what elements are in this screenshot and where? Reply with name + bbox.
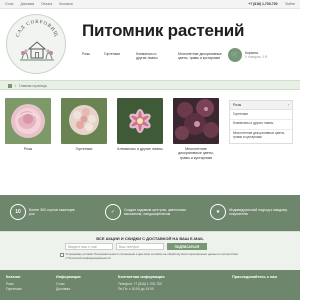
footer-col-title: Контактная информация [118, 275, 165, 279]
category-label-hydrangeas[interactable]: Гортензии [61, 147, 107, 151]
top-right: +7 (816) 1-700-700 Войти [248, 2, 295, 6]
feature-text: Создан садовым центром, цветочным магази… [124, 207, 186, 216]
nav-item-roses[interactable]: Розы [82, 52, 92, 56]
breadcrumb: / Главная страница [8, 84, 47, 88]
footer: Каталог Розы Гортензии Информация О нас … [0, 270, 300, 300]
site-title: Питомник растений [82, 21, 245, 40]
breadcrumb-separator: / [15, 84, 16, 88]
footer-col-title: Каталог [6, 275, 21, 279]
sidebar-item-roses[interactable]: Розы › [230, 101, 292, 110]
feature-text: Более 300 сортов саженцев роз [29, 207, 75, 216]
feature-approach: ★ Индивидуальный подход к каждому покупа… [210, 204, 295, 220]
nav-item-clematis[interactable]: Клематисы и другие лианы [136, 52, 166, 60]
subscribe-title: ВСЕ АКЦИИ И СКИДКИ С ДОСТАВКОЙ НА ВАШ E-… [96, 236, 204, 241]
category-image-clematis[interactable] [117, 98, 163, 144]
footer-link[interactable]: Доставка [56, 287, 81, 292]
breadcrumb-current: Главная страница [18, 84, 47, 88]
nav-item-perennials[interactable]: Многолетние декоративные цветы, травы и … [178, 52, 226, 60]
category-card-perennials[interactable]: Многолетние декоративные цветы, травы и … [173, 98, 219, 160]
phone-number[interactable]: +7 (816) 1-700-700 [248, 2, 277, 6]
logo-emblem-icon: САД СОКРОВИЩ [16, 20, 59, 61]
login-link[interactable]: Войти [286, 2, 296, 6]
sidebar-item-label: Розы [233, 103, 242, 107]
svg-text:САД СОКРОВИЩ: САД СОКРОВИЩ [16, 20, 59, 38]
cart-icon[interactable]: 🛒 [228, 48, 242, 62]
subscribe-form: Введите ваш e-mail Ваш телефон ПОДПИСАТЬ… [65, 243, 207, 250]
award-icon: ★ [210, 204, 226, 220]
footer-col-catalog: Каталог Розы Гортензии [6, 275, 21, 292]
footer-col-title: Информация [56, 275, 81, 279]
email-field[interactable]: Введите ваш e-mail [65, 243, 113, 250]
consent-row: Я принимаю условия Пользовательского сог… [60, 252, 240, 260]
footer-link[interactable]: Гортензии [6, 287, 21, 292]
category-image-hydrangeas[interactable] [61, 98, 107, 144]
feature-text: Индивидуальный подход к каждому покупате… [229, 207, 288, 216]
category-card-clematis[interactable]: Клематисы и другие лианы [117, 98, 163, 151]
category-card-hydrangeas[interactable]: Гортензии [61, 98, 107, 151]
sidebar-item-perennials[interactable]: Многолетние декоративные цветы, травы и … [230, 130, 292, 143]
top-link-payment[interactable]: Оплата [41, 2, 52, 6]
footer-col-info: Информация О нас Доставка [56, 275, 81, 292]
footer-col-contacts: Контактная информация Телефон: +7 (816) … [118, 275, 165, 292]
footer-col-social: Присоединяйтесь к нам [232, 275, 277, 282]
home-icon[interactable] [8, 84, 12, 88]
phone-field[interactable]: Ваш телефон [116, 243, 164, 250]
sidebar-item-clematis[interactable]: Клематисы и другие лианы [230, 120, 292, 130]
certificate-icon: ✓ [105, 204, 121, 220]
top-link-contacts[interactable]: Контакты [59, 2, 73, 6]
category-image-perennials[interactable] [173, 98, 219, 144]
years-badge-icon: 10 [10, 204, 26, 220]
feature-founder: ✓ Создан садовым центром, цветочным мага… [105, 204, 200, 220]
feature-varieties: 10 Более 300 сортов саженцев роз [10, 204, 80, 220]
main-nav: Розы Гортензии Клематисы и другие лианы … [82, 52, 226, 60]
top-link-about[interactable]: О нас [5, 2, 14, 6]
subscribe-button[interactable]: ПОДПИСАТЬСЯ [167, 243, 207, 250]
cart-widget[interactable]: 🛒 Корзина 0 товаров, 0 ₽ [228, 48, 267, 62]
cart-text: Корзина 0 товаров, 0 ₽ [245, 51, 267, 60]
footer-col-title: Присоединяйтесь к нам [232, 275, 278, 279]
catalog-sidebar: Розы › Гортензии Клематисы и другие лиан… [229, 100, 293, 144]
category-label-clematis[interactable]: Клематисы и другие лианы [117, 147, 163, 151]
top-bar: О нас Доставка Оплата Контакты +7 (816) … [0, 0, 300, 9]
footer-contact: Пн-Пт: с 10:00 до 19:00 [118, 287, 154, 291]
top-links: О нас Доставка Оплата Контакты [5, 2, 73, 6]
sidebar-item-hydrangeas[interactable]: Гортензии [230, 110, 292, 120]
category-image-roses[interactable] [5, 98, 51, 144]
nav-item-hydrangeas[interactable]: Гортензии [104, 52, 124, 56]
chevron-right-icon: › [287, 103, 289, 107]
consent-checkbox[interactable] [60, 253, 64, 257]
site-logo[interactable]: САД СОКРОВИЩ [6, 14, 66, 74]
category-card-roses[interactable]: Розы [5, 98, 51, 151]
subscribe-section: ВСЕ АКЦИИ И СКИДКИ С ДОСТАВКОЙ НА ВАШ E-… [0, 231, 300, 270]
top-link-delivery[interactable]: Доставка [21, 2, 35, 6]
consent-text: Я принимаю условия Пользовательского сог… [65, 252, 238, 260]
breadcrumb-bar: / Главная страница [0, 80, 300, 90]
category-label-roses[interactable]: Розы [5, 147, 51, 151]
category-label-perennials[interactable]: Многолетние декоративные цветы, травы и … [173, 147, 219, 160]
cart-summary: 0 товаров, 0 ₽ [245, 55, 268, 59]
features-band: 10 Более 300 сортов саженцев роз ✓ Созда… [0, 195, 300, 231]
